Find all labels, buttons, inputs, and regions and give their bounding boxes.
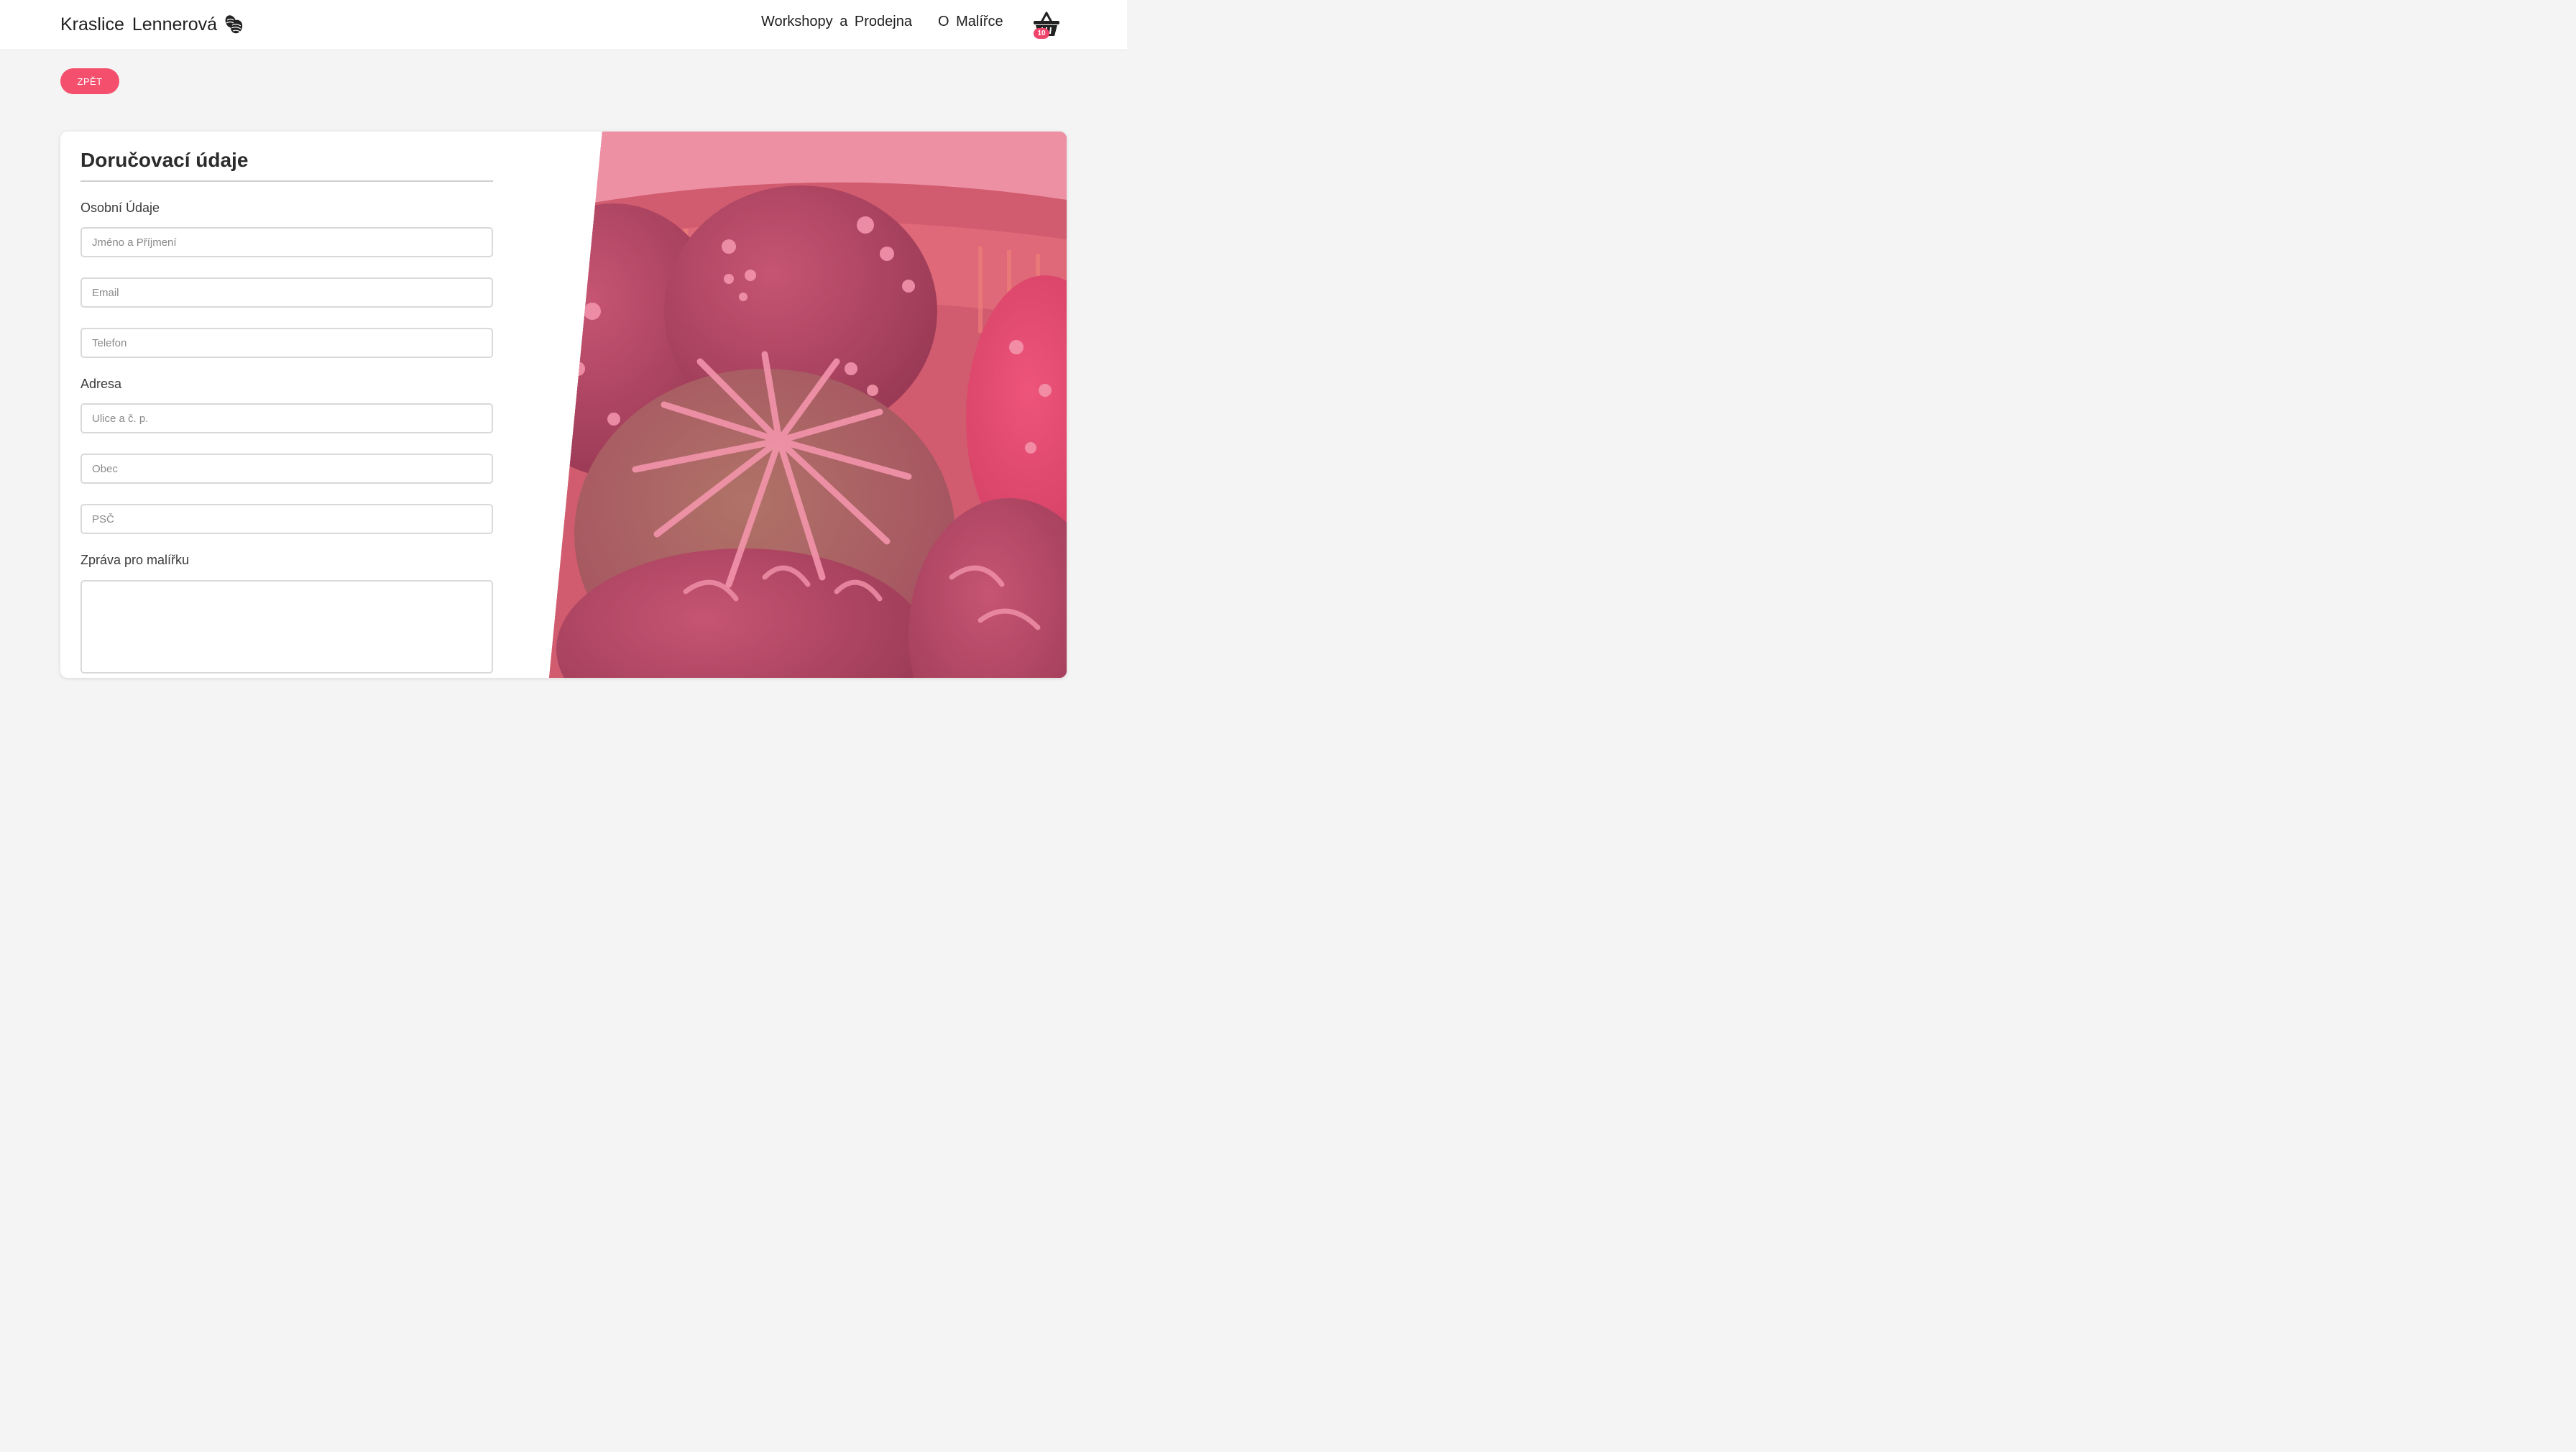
name-input[interactable]: [80, 227, 493, 257]
address-section-label: Adresa: [80, 377, 122, 391]
message-textarea[interactable]: [80, 580, 493, 674]
nav-workshops-link[interactable]: Workshopy a Prodejna: [761, 14, 912, 30]
zip-input[interactable]: [80, 504, 493, 534]
decorated-eggs-image: [549, 132, 1067, 678]
cart-button[interactable]: 10: [1032, 10, 1061, 40]
easter-eggs-icon: [225, 15, 243, 34]
nav-about-link[interactable]: O Malířce: [938, 14, 1003, 30]
email-input[interactable]: [80, 277, 493, 308]
checkout-card: Doručovací údaje Osobní Údaje Adresa Zpr…: [60, 132, 1067, 678]
back-button[interactable]: ZPĚT: [60, 68, 119, 94]
title-divider: [80, 180, 493, 182]
city-input[interactable]: [80, 454, 493, 484]
navbar: Kraslice Lennerová Workshopy a Prodejna …: [0, 0, 1127, 50]
phone-input[interactable]: [80, 328, 493, 358]
easter-eggs-photo: [549, 132, 1067, 678]
brand-name: Kraslice Lennerová: [60, 14, 218, 35]
message-section-label: Zpráva pro malířku: [80, 553, 190, 567]
personal-section-label: Osobní Údaje: [80, 201, 160, 215]
cart-count-badge: 10: [1034, 28, 1049, 39]
page-title: Doručovací údaje: [80, 149, 249, 171]
brand-link[interactable]: Kraslice Lennerová: [60, 12, 244, 37]
street-input[interactable]: [80, 403, 493, 433]
